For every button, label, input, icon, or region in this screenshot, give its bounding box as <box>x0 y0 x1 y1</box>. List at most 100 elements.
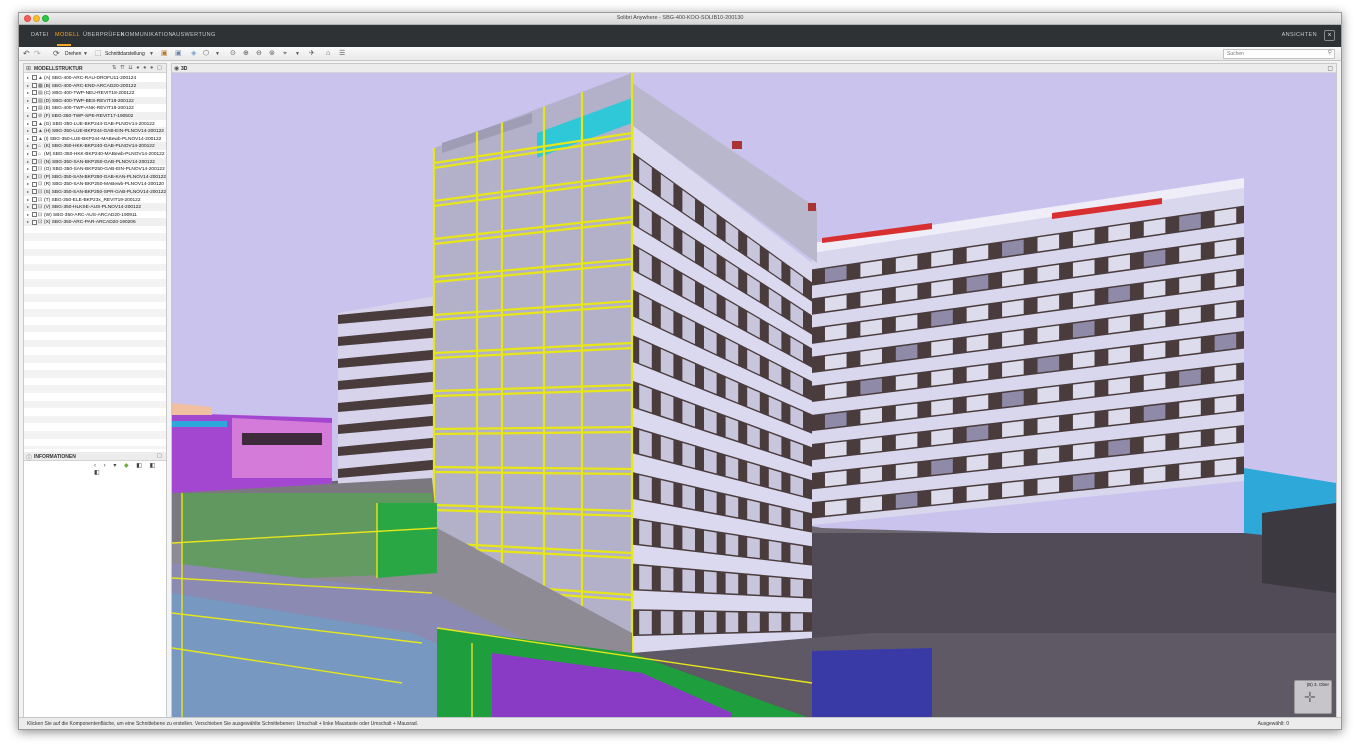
visibility-checkbox[interactable] <box>32 143 37 149</box>
3d-view[interactable]: ◉ 3D ▢ (B) 3. Ober ✛ <box>171 63 1337 719</box>
visibility-checkbox[interactable] <box>32 75 37 81</box>
visibility-checkbox[interactable] <box>32 105 37 111</box>
visibility-checkbox[interactable] <box>32 204 37 210</box>
cursor-icon[interactable]: ⌖ <box>283 49 287 59</box>
tree-item-label: (D) SBG-400-TWP-BES-REVIT18-200122 <box>44 98 134 104</box>
tree-item[interactable]: ▸ ▲(A) SBG-400-ARC-RAU-DROFU11-200124 <box>24 74 166 82</box>
tree-item[interactable]: ▸ ⊡ (T) SBG-350-ELE-BKP23x_REVIT19-200122 <box>24 196 166 204</box>
visibility-checkbox[interactable] <box>32 128 37 134</box>
undo-icon[interactable]: ↶ <box>23 49 30 59</box>
tree-item-label: (N) SBG-350-SAN-BKP250-GAB-PLNOV14-20012… <box>44 159 155 165</box>
info-navigation[interactable]: ‹ › ▾ ◆ ◧ ◧ ◧ <box>94 462 166 476</box>
menu-auswertung[interactable]: AUSWERTUNG <box>172 32 216 38</box>
visibility-checkbox[interactable] <box>32 113 37 119</box>
tree-item[interactable]: ▸ ⊡ (V) SBG-350-HLKSE-AUS-PLNOV14-200122 <box>24 203 166 211</box>
title-bar: Solibri Anywhere - SBG-400-KOO-SOLIB10-2… <box>19 13 1341 25</box>
empty-row <box>24 400 166 409</box>
tree-item[interactable]: ▸ ▲(I) SBG-350-LUE-BKP244-MABewb-PLNOV14-… <box>24 135 166 143</box>
zoom-in-icon[interactable]: ⊕ <box>243 49 249 59</box>
menu-modell[interactable]: MODELL <box>55 32 80 38</box>
tree-item[interactable]: ▸ ⊡ (W) SBG-350-ARC-AUS-ARCAD20-190911 <box>24 211 166 219</box>
empty-row <box>24 317 166 325</box>
tree-item[interactable]: ▸ ▦(B) SBG-400-ARC-END-ARCAD20-200122 <box>24 81 166 90</box>
box-icon[interactable]: ⬡ <box>203 49 209 59</box>
visibility-checkbox[interactable] <box>32 120 37 126</box>
close-icon[interactable]: × <box>1324 30 1335 41</box>
tree-item[interactable]: ▸ ▤(E) SBG-400-TWP-ANK-REVIT18-200122 <box>24 104 166 112</box>
tree-item[interactable]: ▸ ▲(H) SBG-350-LUE-BKP244-GAB-EIN-PLNOV14… <box>24 127 166 135</box>
panel-tools[interactable]: ⇅ ⇈ ⇊ ● ● ● ▢ <box>112 65 163 71</box>
layers-icon[interactable]: ☰ <box>339 49 345 59</box>
visibility-checkbox[interactable] <box>32 189 37 195</box>
tree-item[interactable]: ▸ ▲(G) SBG-350-LUE-BKP244-GAB-PLNOV14-200… <box>24 120 166 128</box>
visibility-checkbox[interactable] <box>32 151 37 157</box>
tree-item-label: (K) SBG-350-HKK-BKP240-GAB-PLNOV14-20012… <box>44 144 155 150</box>
tree-item-label: (I) SBG-350-LUE-BKP244-MABewb-PLNOV14-20… <box>44 136 162 142</box>
rotate-label[interactable]: Drehen <box>65 49 81 59</box>
visibility-checkbox[interactable] <box>32 98 37 104</box>
visibility-checkbox[interactable] <box>32 82 37 88</box>
tree-item[interactable]: ▸ ⊡ (X) SBG-350-ARC-PAR-ARCAD20-190206 <box>24 218 166 226</box>
tree-item[interactable]: ▸ ⊘ (F) SBG-350-TWP-SPE-REVIT17-190502 <box>24 111 166 120</box>
maximize-icon[interactable]: ▢ <box>1327 65 1333 72</box>
chevron-down-icon[interactable]: ▼ <box>83 49 88 59</box>
tree-icon: ⊞ <box>26 66 32 72</box>
view-navigator-label: (B) 3. Ober <box>1306 682 1329 687</box>
menu-datei[interactable]: DATEI <box>31 32 49 38</box>
tree-item[interactable]: ▸ ⊡ (R) SBG-350-SAN-BKP250-MABewb-PLNOV14-… <box>24 180 166 188</box>
3d-scene[interactable] <box>172 73 1336 719</box>
tree-item-label: (B) SBG-400-ARC-END-ARCAD20-200122 <box>44 83 137 89</box>
visibility-checkbox[interactable] <box>32 90 37 96</box>
section-icon[interactable]: ⬚ <box>95 49 102 59</box>
visibility-checkbox[interactable] <box>32 158 37 164</box>
chevron-down-icon[interactable]: ▼ <box>149 49 154 59</box>
menu-kommunikation[interactable]: KOMMUNIKATION <box>121 32 173 38</box>
component-icon[interactable]: ▣ <box>175 49 182 59</box>
visibility-checkbox[interactable] <box>32 166 37 172</box>
zoom-icon[interactable]: ⊙ <box>230 49 236 59</box>
empty-row <box>24 233 166 242</box>
tree-item[interactable]: ▸ ⌂ (K) SBG-350-HKK-BKP240-GAB-PLNOV14-200… <box>24 142 166 150</box>
home-icon[interactable]: ⌂ <box>326 49 330 59</box>
zoom-fit-icon[interactable]: ⊚ <box>269 49 275 59</box>
rotate-icon[interactable]: ⟳ <box>53 49 60 59</box>
view-navigator[interactable]: (B) 3. Ober ✛ <box>1294 680 1332 714</box>
empty-row <box>24 362 166 371</box>
tree-item[interactable]: ▸ ⌂ (M) SBG-350-HKK-BKP240-MABewb-PLNOV14-… <box>24 150 166 158</box>
chevron-down-icon[interactable]: ▼ <box>295 49 300 59</box>
search-icon[interactable]: ⚲ <box>1328 49 1332 56</box>
empty-row <box>24 279 166 287</box>
zoom-out-icon[interactable]: ⊖ <box>256 49 262 59</box>
visibility-checkbox[interactable] <box>32 135 37 141</box>
empty-row <box>24 225 166 234</box>
chevron-down-icon[interactable]: ▼ <box>215 49 220 59</box>
tree-item[interactable]: ▸ ⊡ (O) SBG-350-SAN-BKP250-GAB-EIN-PLNOV14… <box>24 165 166 173</box>
tree-item-label: (A) SBG-400-ARC-RAU-DROFU11-200124 <box>44 76 137 81</box>
plane-icon[interactable]: ✈ <box>309 49 315 59</box>
visibility-checkbox[interactable] <box>32 219 37 225</box>
redo-icon[interactable]: ↷ <box>34 49 41 59</box>
visibility-checkbox[interactable] <box>32 196 37 202</box>
tree-item[interactable]: ▸ ▤(C) SBG-400-TWP-NEU-REVIT18-200122 <box>24 89 166 97</box>
component-icon[interactable]: ▣ <box>161 49 168 59</box>
tree-item-label: (X) SBG-350-ARC-PAR-ARCAD20-190206 <box>44 220 136 226</box>
tree-item[interactable]: ▸ ▤(D) SBG-400-TWP-BES-REVIT18-200122 <box>24 96 166 105</box>
tree-item[interactable]: ▸ ⊡ (P) SBG-350-SAN-BKP250-GAB-KAN-PLNOV14… <box>24 172 166 181</box>
navigation-cross-icon[interactable]: ✛ <box>1304 689 1316 706</box>
visibility-checkbox[interactable] <box>32 211 37 217</box>
tree-item[interactable]: ▸ ⊡ (S) SBG-350-SAN-BKP250-SPR-GAB-PLNOV14… <box>24 187 166 196</box>
menu-ansichten[interactable]: ANSICHTEN <box>1282 32 1317 38</box>
empty-row <box>24 271 166 280</box>
empty-row <box>24 309 166 317</box>
maximize-icon[interactable]: ▢ <box>157 453 163 459</box>
tree-item[interactable]: ▸ ⊡ (N) SBG-350-SAN-BKP250-GAB-PLNOV14-200… <box>24 157 166 166</box>
layers-icon[interactable]: ◈ <box>191 49 196 59</box>
empty-row <box>24 263 166 272</box>
menu-ueberpruefen[interactable]: ÜBERPRÜFEN <box>83 32 125 38</box>
tree-item-label: (S) SBG-350-SAN-BKP250-SPR-GAB-PLNOV14-2… <box>44 189 166 195</box>
empty-row <box>24 241 166 249</box>
search-input[interactable] <box>1223 49 1335 59</box>
visibility-checkbox[interactable] <box>32 181 37 187</box>
visibility-checkbox[interactable] <box>32 173 37 179</box>
section-label[interactable]: Schnittdarstellung <box>105 49 145 59</box>
